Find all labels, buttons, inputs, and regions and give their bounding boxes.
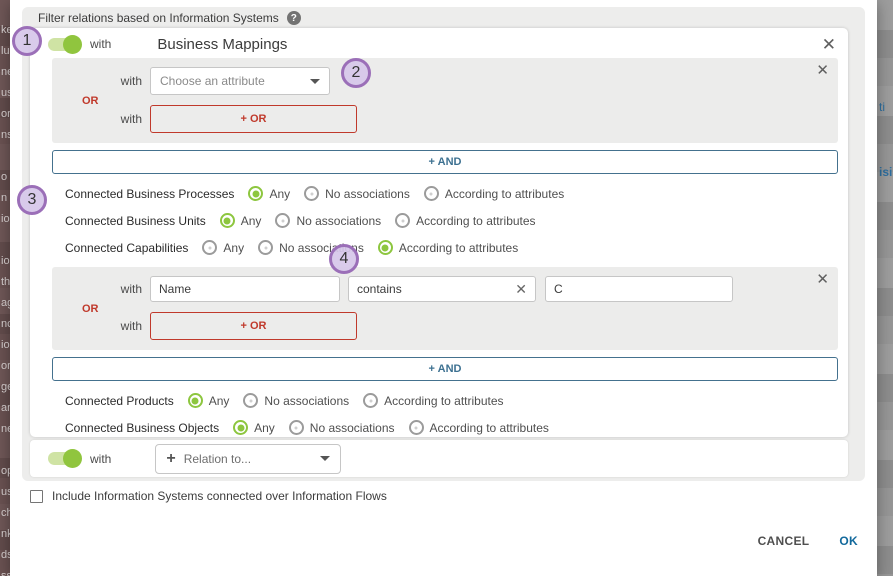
operator-select[interactable]: contains ✕	[348, 276, 536, 302]
help-icon[interactable]: ?	[287, 11, 301, 25]
relation-toggle[interactable]	[48, 452, 80, 465]
radio-according-to-attributes[interactable]: According to attributes	[424, 186, 564, 201]
business-mappings-card: with Business Mappings ✕ OR ✕ with Choos…	[30, 28, 848, 437]
radio-icon[interactable]	[395, 213, 410, 228]
add-or-button[interactable]: + OR	[150, 312, 357, 340]
add-or-row: with + OR	[52, 105, 838, 133]
include-information-flows-row: Include Information Systems connected ov…	[30, 489, 387, 503]
add-relation-row: with + Relation to...	[30, 440, 848, 477]
operator-value: contains	[357, 282, 402, 296]
add-or-row: with + OR	[52, 312, 838, 340]
relation-row-business-units: Connected Business Units Any No associat…	[65, 207, 848, 234]
panel-header: Filter relations based on Information Sy…	[22, 7, 865, 29]
chevron-down-icon	[320, 456, 330, 461]
close-icon[interactable]: ✕	[822, 36, 836, 53]
radio-icon[interactable]	[233, 420, 248, 435]
background-page-right: ti isi	[877, 0, 893, 576]
relation-label: Connected Business Units	[65, 214, 206, 228]
radio-icon[interactable]	[243, 393, 258, 408]
add-and-button[interactable]: + AND	[52, 150, 838, 174]
relation-label: Connected Business Objects	[65, 421, 219, 435]
ok-button[interactable]: OK	[839, 534, 858, 548]
annotation-callout-3: 3	[17, 185, 47, 215]
close-icon[interactable]: ✕	[816, 272, 829, 287]
relation-row-business-objects: Connected Business Objects Any No associ…	[65, 414, 848, 441]
radio-icon[interactable]	[220, 213, 235, 228]
radio-according-to-attributes[interactable]: According to attributes	[395, 213, 535, 228]
card-title: Business Mappings	[157, 36, 287, 53]
radio-according-to-attributes[interactable]: According to attributes	[363, 393, 503, 408]
radio-any[interactable]: Any	[220, 213, 262, 228]
filter-panel: Filter relations based on Information Sy…	[22, 7, 865, 481]
business-mappings-toggle[interactable]	[48, 38, 80, 51]
or-group-attributes: OR ✕ with Choose an attribute with + OR	[52, 58, 838, 143]
or-label: OR	[82, 95, 99, 107]
radio-icon[interactable]	[275, 213, 290, 228]
background-text-fragment: isi	[879, 165, 892, 179]
with-label: with	[52, 112, 150, 126]
or-group-capabilities: OR ✕ with contains ✕ with + OR	[52, 267, 838, 350]
relation-row-capabilities: Connected Capabilities Any No associatio…	[65, 234, 848, 261]
attribute-condition-row: with Choose an attribute	[52, 67, 838, 95]
radio-any[interactable]: Any	[202, 240, 244, 255]
radio-icon[interactable]	[248, 186, 263, 201]
clear-icon[interactable]: ✕	[515, 281, 527, 298]
radio-according-to-attributes[interactable]: According to attributes	[409, 420, 549, 435]
annotation-callout-2: 2	[341, 58, 371, 88]
panel-title: Filter relations based on Information Sy…	[38, 11, 279, 25]
plus-icon: +	[166, 450, 175, 468]
radio-icon[interactable]	[289, 420, 304, 435]
cancel-button[interactable]: CANCEL	[758, 534, 810, 548]
filter-relations-dialog: Filter relations based on Information Sy…	[10, 0, 877, 576]
dialog-footer: CANCEL OK	[758, 534, 858, 548]
attribute-select[interactable]: Choose an attribute	[150, 67, 330, 95]
radio-no-associations[interactable]: No associations	[243, 393, 349, 408]
radio-icon[interactable]	[188, 393, 203, 408]
with-label: with	[90, 452, 111, 466]
radio-icon[interactable]	[424, 186, 439, 201]
radio-icon[interactable]	[202, 240, 217, 255]
radio-icon[interactable]	[378, 240, 393, 255]
relation-row-products: Connected Products Any No associations A…	[65, 387, 848, 414]
attribute-select-placeholder: Choose an attribute	[160, 74, 265, 88]
radio-icon[interactable]	[304, 186, 319, 201]
radio-no-associations[interactable]: No associations	[304, 186, 410, 201]
include-checkbox[interactable]	[30, 490, 43, 503]
attribute-value-input[interactable]	[545, 276, 733, 302]
relation-to-select[interactable]: + Relation to...	[155, 444, 341, 474]
radio-no-associations[interactable]: No associations	[275, 213, 381, 228]
radio-icon[interactable]	[258, 240, 273, 255]
relation-label: Connected Capabilities	[65, 241, 188, 255]
add-and-button[interactable]: + AND	[52, 357, 838, 381]
include-checkbox-label: Include Information Systems connected ov…	[52, 489, 387, 503]
with-label: with	[52, 74, 150, 88]
attribute-name-input[interactable]	[150, 276, 340, 302]
annotation-callout-1: 1	[12, 26, 42, 56]
close-icon[interactable]: ✕	[816, 63, 829, 78]
radio-icon[interactable]	[363, 393, 378, 408]
chevron-down-icon	[310, 79, 320, 84]
radio-any[interactable]: Any	[233, 420, 275, 435]
relation-label: Connected Business Processes	[65, 187, 234, 201]
radio-icon[interactable]	[409, 420, 424, 435]
add-or-button[interactable]: + OR	[150, 105, 357, 133]
card-header: with Business Mappings ✕	[30, 28, 848, 58]
background-text-fragment: ti	[879, 100, 885, 114]
annotation-callout-4: 4	[329, 244, 359, 274]
attribute-condition-row: with contains ✕	[52, 276, 838, 302]
radio-according-to-attributes[interactable]: According to attributes	[378, 240, 518, 255]
with-label: with	[90, 37, 111, 51]
relation-to-placeholder: Relation to...	[184, 452, 251, 466]
radio-any[interactable]: Any	[188, 393, 230, 408]
or-label: OR	[82, 303, 99, 315]
radio-any[interactable]: Any	[248, 186, 290, 201]
relation-label: Connected Products	[65, 394, 174, 408]
with-label: with	[52, 319, 150, 333]
relation-row-business-processes: Connected Business Processes Any No asso…	[65, 180, 848, 207]
with-label: with	[52, 282, 150, 296]
radio-no-associations[interactable]: No associations	[289, 420, 395, 435]
